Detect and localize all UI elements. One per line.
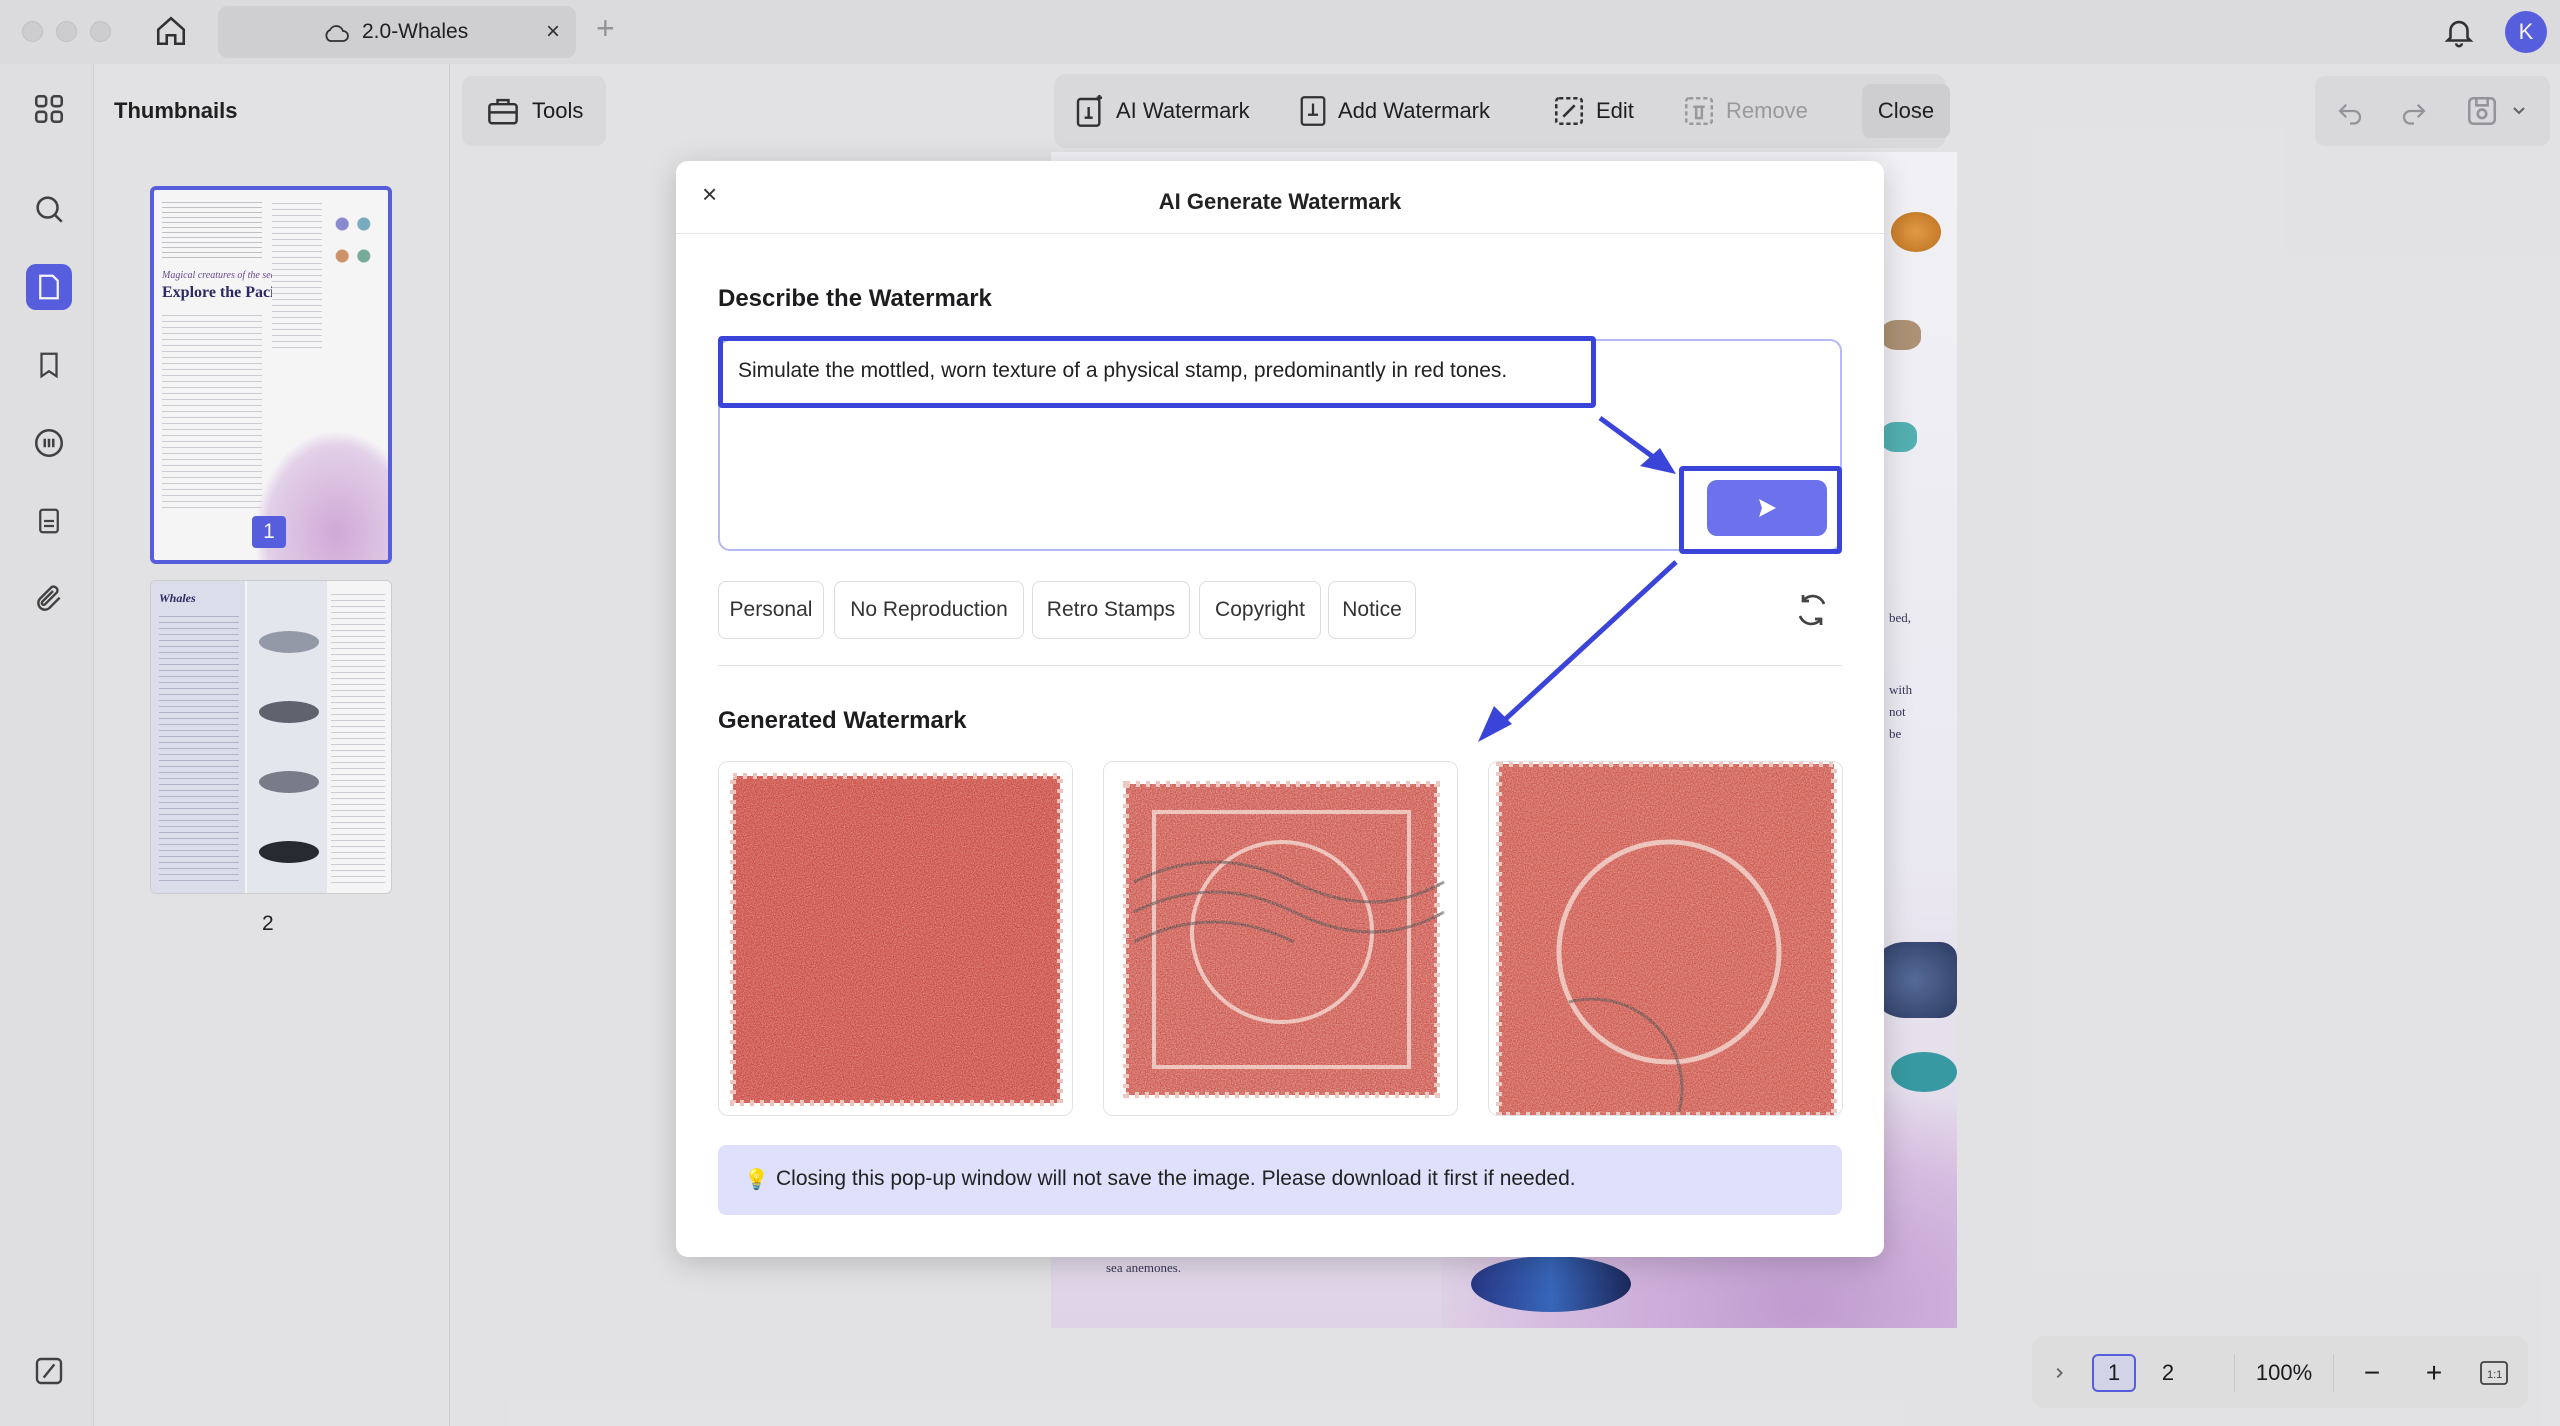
annotation-arrows: [1478, 415, 1678, 742]
